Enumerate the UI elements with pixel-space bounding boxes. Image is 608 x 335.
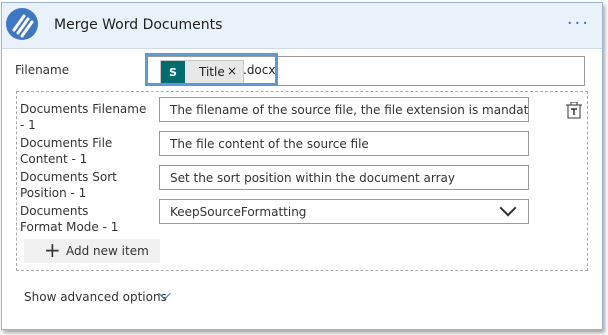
format-selected-value: KeepSourceFormatting — [170, 205, 307, 219]
documents-sort-label: Documents Sort Position - 1 — [20, 170, 117, 200]
remove-item-icon[interactable] — [566, 101, 582, 119]
chevron-down-icon — [499, 200, 517, 217]
filename-extension: .docx — [243, 63, 276, 77]
documents-content-label: Documents File Content - 1 — [20, 136, 113, 166]
plus-icon: + — [44, 238, 61, 262]
card-title: Merge Word Documents — [54, 17, 223, 33]
documents-format-label: Documents Format Mode - 1 — [20, 204, 119, 234]
documents-format-select[interactable]: KeepSourceFormatting — [159, 199, 529, 224]
add-new-item-label: Add new item — [66, 244, 149, 258]
filename-label: Filename — [15, 63, 70, 77]
more-options-icon[interactable]: ··· — [567, 15, 590, 33]
documents-filename-input[interactable]: The filename of the source file, the fil… — [159, 97, 529, 122]
action-card: Merge Word Documents ··· Filename S Titl… — [1, 2, 603, 330]
documents-filename-label: Documents Filename - 1 — [20, 102, 147, 132]
documents-content-input[interactable]: The file content of the source file — [159, 131, 529, 156]
app-logo-icon — [6, 8, 38, 40]
add-new-item-button[interactable]: + Add new item — [24, 238, 160, 263]
card-header[interactable]: Merge Word Documents ··· — [2, 3, 602, 49]
show-advanced-options-link[interactable]: Show advanced options — [24, 290, 167, 304]
documents-sort-input[interactable]: Set the sort position within the documen… — [159, 165, 529, 190]
